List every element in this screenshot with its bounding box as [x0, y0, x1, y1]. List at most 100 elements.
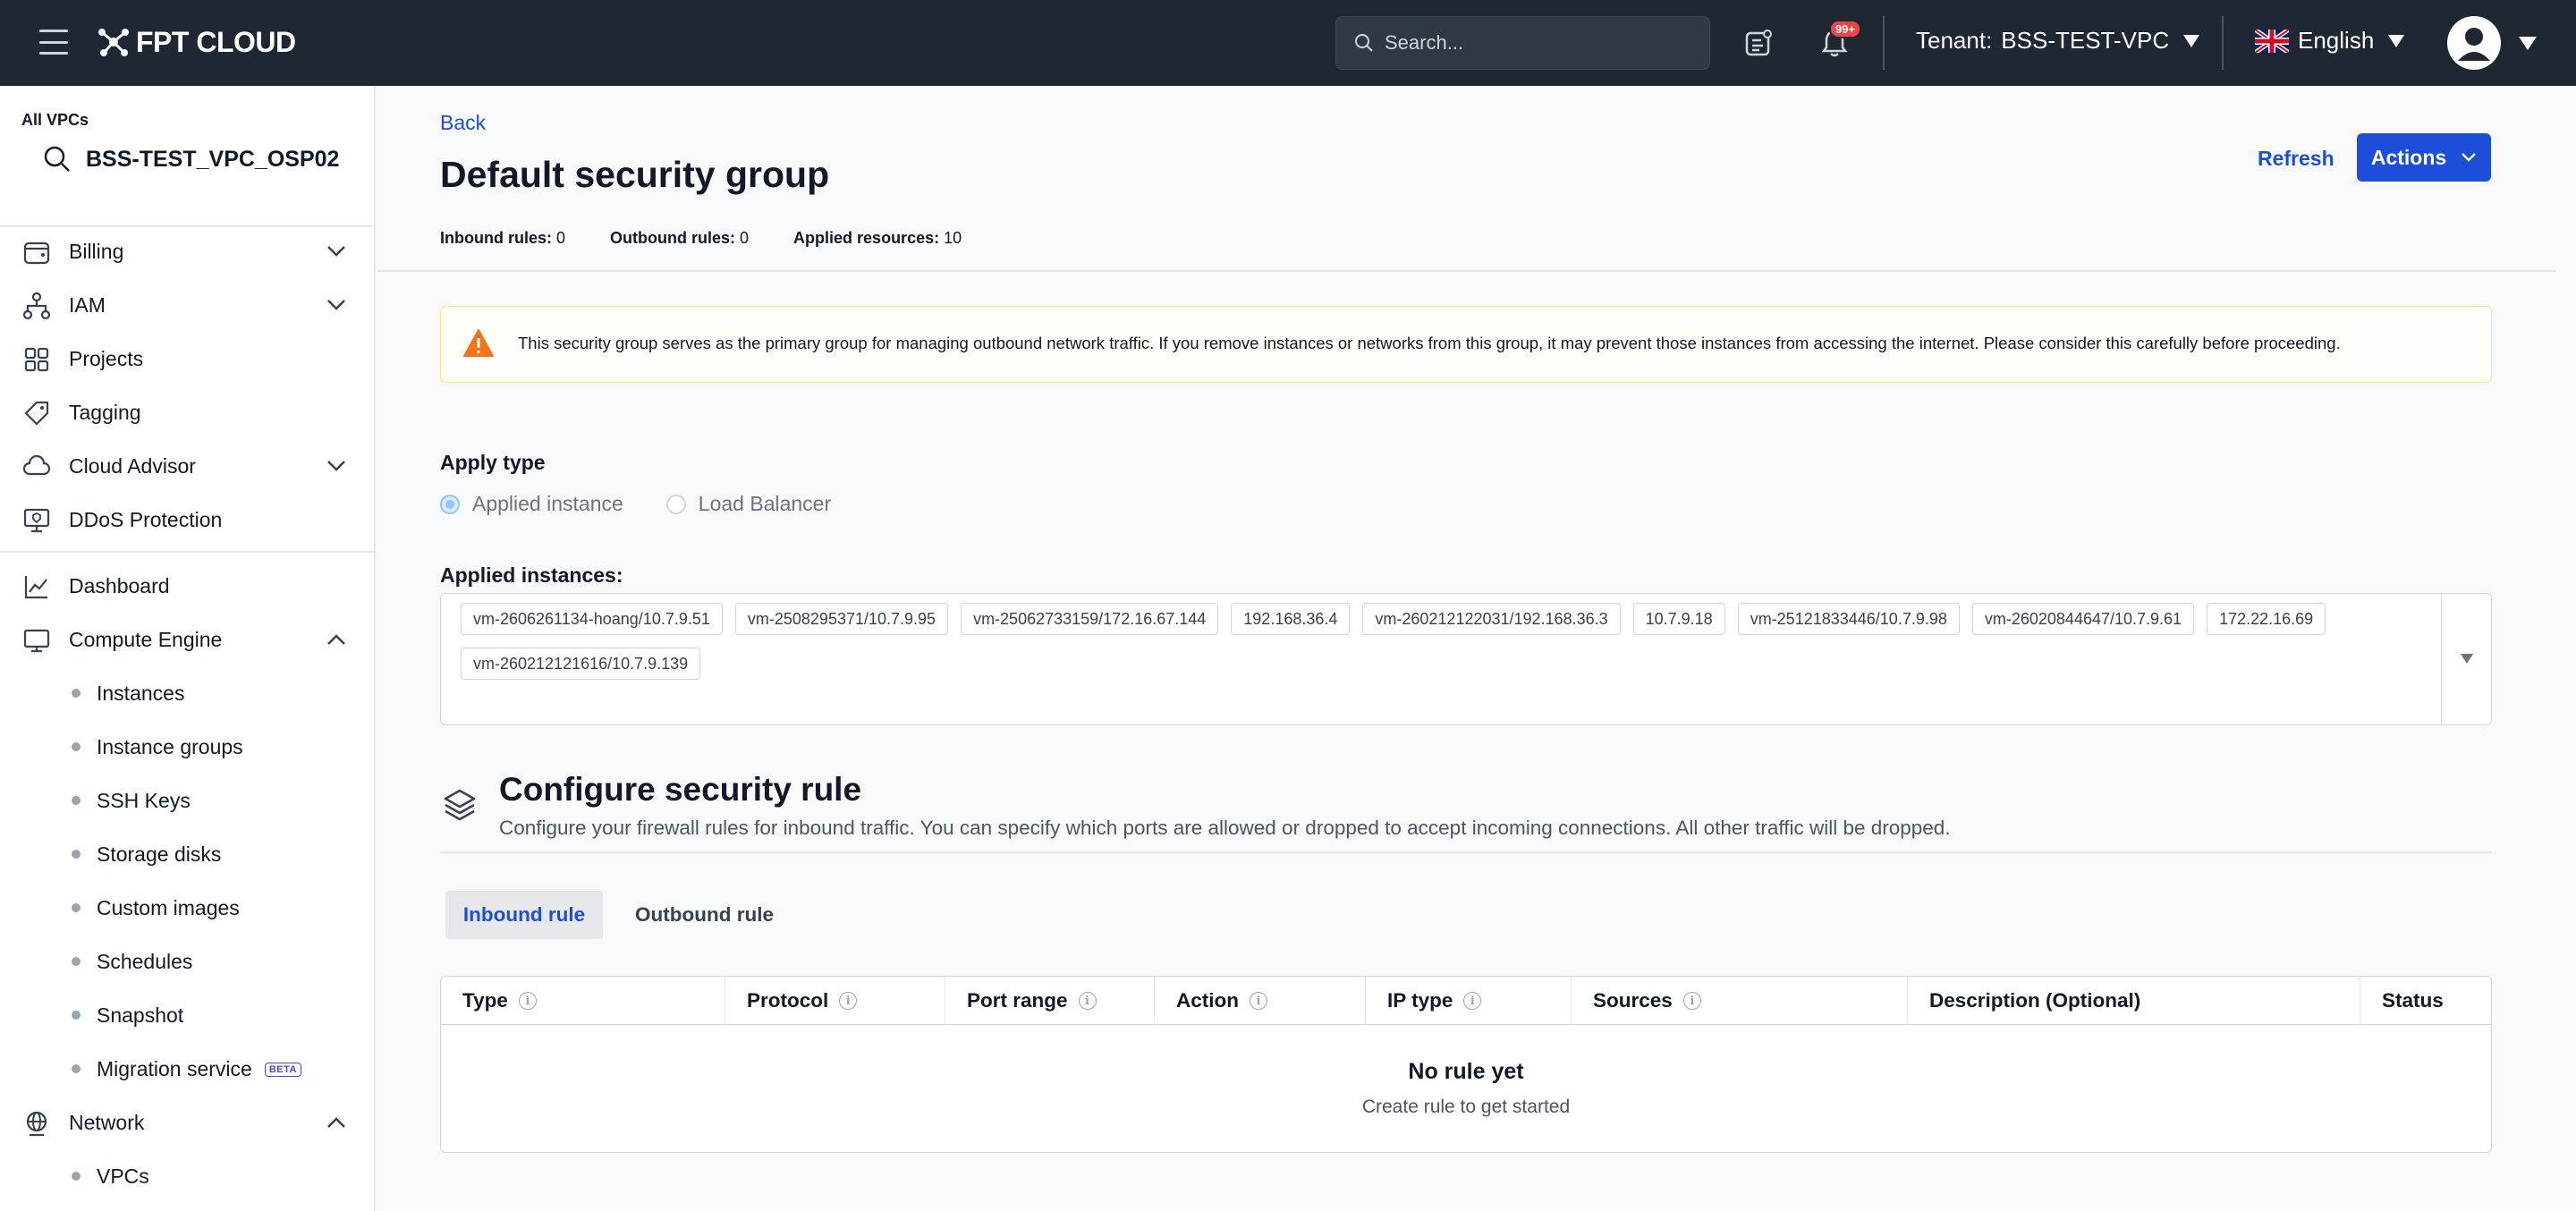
column-label: IP type: [1387, 989, 1453, 1012]
instance-chip[interactable]: 10.7.9.18: [1632, 603, 1725, 635]
search-icon: [1355, 34, 1373, 52]
info-icon[interactable]: i: [1250, 992, 1267, 1010]
apply-type-options: Applied instance Load Balancer: [440, 492, 874, 516]
instance-chip[interactable]: vm-25121833446/10.7.9.98: [1737, 603, 1960, 635]
applied-instance-option[interactable]: Applied instance: [440, 492, 623, 516]
tab-outbound-rule[interactable]: Outbound rule: [614, 891, 795, 939]
instance-chip[interactable]: 172.22.16.69: [2207, 603, 2326, 635]
column-label: Status: [2382, 989, 2444, 1012]
sidebar-subitem-ssh-keys[interactable]: SSH Keys: [0, 775, 376, 826]
sidebar-item-ddos-protection[interactable]: DDoS Protection: [0, 495, 376, 545]
notification-bell-icon[interactable]: 99+: [1817, 20, 1861, 61]
sidebar-subitem-instance-groups[interactable]: Instance groups: [0, 722, 376, 772]
sidebar-item-network[interactable]: Network: [0, 1097, 376, 1147]
info-icon[interactable]: i: [1463, 992, 1482, 1010]
user-avatar[interactable]: [2447, 16, 2501, 70]
radio-label: Load Balancer: [698, 492, 832, 515]
sidebar-subitem-label: Schedules: [97, 949, 193, 973]
column-label: Protocol: [747, 989, 829, 1012]
fpt-cloud-logo[interactable]: FPT CLOUD: [97, 25, 296, 59]
bullet: [72, 742, 80, 751]
column-label: Action: [1176, 989, 1239, 1012]
menu-icon[interactable]: [39, 30, 68, 55]
sidebar-subitem-label: Snapshot: [97, 1003, 184, 1027]
sidebar-subitem-snapshot[interactable]: Snapshot: [0, 990, 376, 1040]
sidebar-item-projects[interactable]: Projects: [0, 334, 376, 384]
sidebar-subitem-label: VPCs: [97, 1164, 149, 1188]
sidebar-subitem-vpcs[interactable]: VPCs: [0, 1151, 376, 1201]
sidebar-item-dashboard[interactable]: Dashboard: [0, 561, 376, 611]
stat-label: Outbound rules:: [610, 229, 736, 247]
search-input[interactable]: [1385, 31, 1689, 55]
instance-chip[interactable]: vm-260212122031/192.168.36.3: [1362, 603, 1621, 635]
bullet: [72, 796, 80, 805]
globe-icon: [21, 1108, 52, 1139]
sidebar-subitem-label: Storage disks: [97, 842, 222, 866]
instance-chips: vm-2606261134-hoang/10.7.9.51 vm-2508295…: [461, 603, 2428, 680]
instance-chip[interactable]: vm-26020844647/10.7.9.61: [1971, 603, 2195, 635]
user-menu-caret-icon[interactable]: [2519, 37, 2537, 50]
radio-checked[interactable]: [440, 494, 460, 514]
all-vpcs-link[interactable]: All VPCs: [21, 111, 89, 130]
language-selector[interactable]: English: [2255, 27, 2405, 55]
info-icon[interactable]: i: [1682, 992, 1701, 1010]
applied-instances-select[interactable]: vm-2606261134-hoang/10.7.9.51 vm-2508295…: [440, 593, 2492, 725]
column-header-port-range: Port range i: [945, 977, 1155, 1025]
info-icon[interactable]: i: [518, 992, 537, 1010]
tenant-selector[interactable]: Tenant: BSS-TEST-VPC: [1916, 27, 2200, 55]
column-header-protocol: Protocol i: [725, 977, 945, 1025]
search-icon: [44, 146, 70, 172]
column-label: Description (Optional): [1929, 989, 2141, 1012]
configure-rule-title: Configure security rule: [499, 771, 862, 808]
load-balancer-option[interactable]: Load Balancer: [665, 492, 832, 516]
sidebar-item-label: DDoS Protection: [69, 507, 223, 531]
info-icon[interactable]: i: [1078, 992, 1097, 1010]
cloud-icon: [21, 452, 52, 482]
sidebar-item-billing[interactable]: Billing: [0, 226, 376, 276]
actions-button[interactable]: Actions: [2357, 133, 2491, 182]
radio-unchecked[interactable]: [665, 494, 686, 514]
bullet: [72, 1172, 80, 1181]
inbound-rules-stat: Inbound rules: 0: [440, 229, 565, 248]
notification-badge: 99+: [1828, 20, 1861, 38]
sidebar-subitem-custom-images[interactable]: Custom images: [0, 883, 376, 933]
sidebar-item-compute-engine[interactable]: Compute Engine: [0, 614, 376, 665]
rules-table: Type i Protocol i Port range i Action i IP t…: [440, 976, 2492, 1153]
chevron-down-icon: [2462, 153, 2477, 162]
instances-dropdown-toggle[interactable]: [2441, 594, 2491, 724]
bullet: [72, 1011, 80, 1020]
sidebar-item-label: Projects: [69, 346, 144, 370]
sidebar-item-tagging[interactable]: Tagging: [0, 387, 376, 437]
chevron-up-icon: [327, 1117, 345, 1128]
sidebar-subitem-migration-service[interactable]: Migration service BETA: [0, 1044, 376, 1094]
refresh-button[interactable]: Refresh: [2258, 147, 2334, 171]
sidebar-subitem-label: SSH Keys: [97, 788, 191, 812]
sidebar-item-cloud-advisor[interactable]: Cloud Advisor: [0, 441, 376, 491]
stat-value: 0: [556, 229, 566, 247]
topbar-divider: [2222, 16, 2224, 70]
tasks-icon[interactable]: [1741, 25, 1776, 61]
instance-chip[interactable]: vm-2606261134-hoang/10.7.9.51: [461, 603, 723, 635]
instance-chip[interactable]: vm-260212121616/10.7.9.139: [461, 648, 701, 680]
sidebar-item-iam[interactable]: IAM: [0, 280, 376, 330]
info-icon[interactable]: i: [839, 992, 858, 1010]
instance-chip[interactable]: vm-25062733159/172.16.67.144: [961, 603, 1219, 635]
sidebar-divider: [0, 551, 376, 553]
sidebar-subitem-schedules[interactable]: Schedules: [0, 936, 376, 987]
caret-down-icon: [2460, 654, 2473, 664]
back-link[interactable]: Back: [440, 111, 486, 135]
chevron-up-icon: [327, 634, 345, 645]
vpc-selector[interactable]: BSS-TEST_VPC_OSP02: [43, 145, 339, 174]
bullet: [72, 957, 80, 966]
instance-chip[interactable]: vm-2508295371/10.7.9.95: [734, 603, 949, 635]
warning-icon: [463, 329, 494, 357]
column-header-sources: Sources i: [1572, 977, 1908, 1025]
sidebar-subitem-storage-disks[interactable]: Storage disks: [0, 829, 376, 879]
sidebar-item-label: Billing: [69, 239, 124, 263]
global-search[interactable]: [1335, 16, 1710, 70]
instance-chip[interactable]: 192.168.36.4: [1231, 603, 1351, 635]
grid-icon: [21, 344, 52, 375]
actions-label: Actions: [2370, 145, 2447, 169]
sidebar-subitem-instances[interactable]: Instances: [0, 668, 376, 718]
tab-inbound-rule[interactable]: Inbound rule: [445, 891, 603, 939]
